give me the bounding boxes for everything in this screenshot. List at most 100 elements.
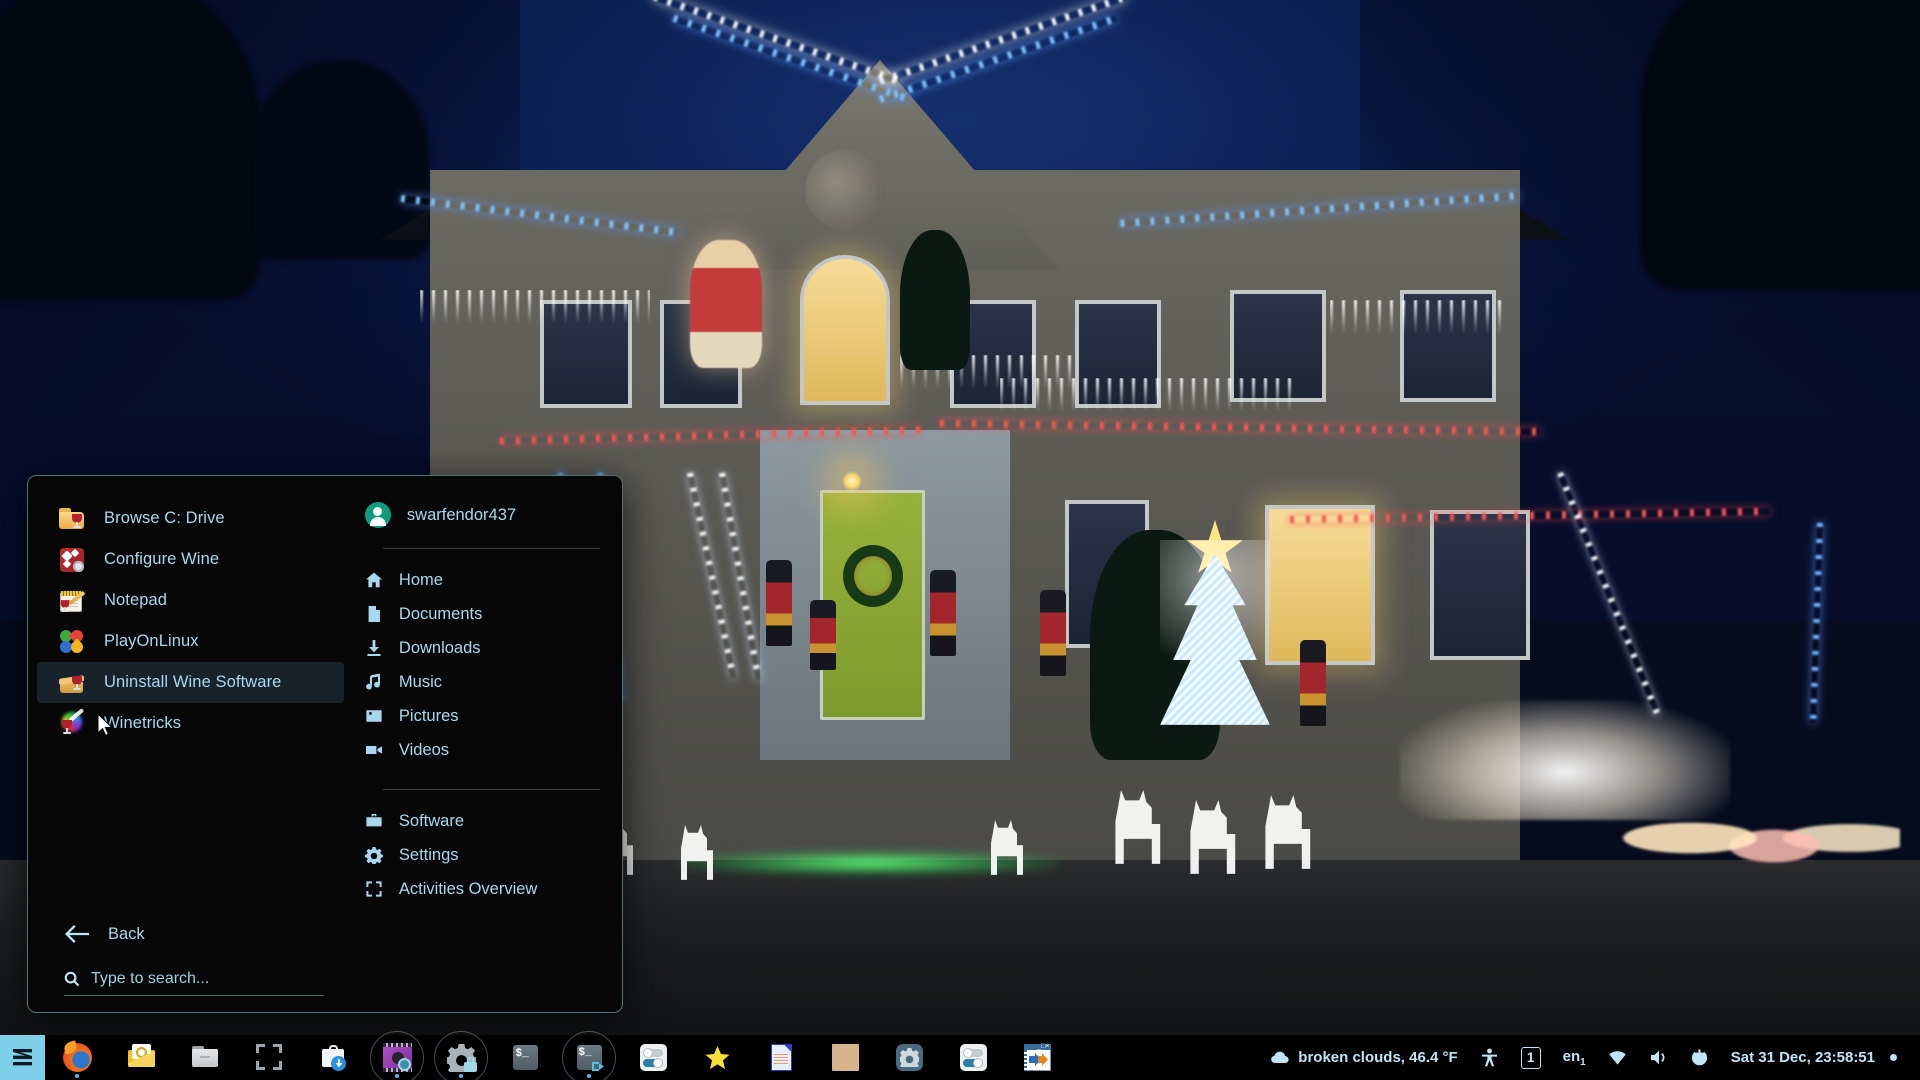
cloud-icon [1271,1048,1290,1067]
video-camera-icon [365,741,383,759]
workspace-indicator[interactable]: 1 [1510,1035,1552,1080]
keyboard-layout-label: en1 [1563,1048,1586,1068]
lit-christmas-tree [1160,540,1270,725]
search-field[interactable]: Type to search... [64,970,324,996]
taskbar-item-text-editor[interactable] [749,1035,813,1080]
icicle-lights [1330,300,1510,334]
taskbar[interactable]: $_ $_ [0,1035,1920,1080]
taskbar-item-terminal-login[interactable]: $_ [557,1035,621,1080]
search-placeholder: Type to search... [91,970,209,988]
power-icon [1690,1048,1709,1067]
accessibility-indicator[interactable] [1469,1035,1510,1080]
taskbar-item-firefox[interactable] [45,1035,109,1080]
power-indicator[interactable] [1679,1035,1720,1080]
place-item-documents[interactable]: Documents [353,597,612,631]
app-item-winetricks[interactable]: Winetricks [37,703,344,744]
place-label: Pictures [399,707,459,726]
document-icon [767,1043,796,1072]
running-indicator [587,1074,591,1078]
zorin-logo-icon [9,1044,36,1071]
clock-text: Sat 31 Dec, 23:58:51 [1731,1049,1875,1066]
start-menu-button[interactable] [0,1035,45,1080]
user-name: swarfendor437 [407,506,516,525]
back-button[interactable]: Back [64,924,145,944]
user-avatar-icon [365,502,391,528]
wine-window-icon: _□× [1023,1043,1052,1072]
firefox-icon [63,1043,92,1072]
taskbar-item-mail[interactable] [109,1035,173,1080]
taskbar-item-preferences[interactable] [941,1035,1005,1080]
tree-silhouette [1640,0,1920,290]
workspace-number: 1 [1527,1050,1535,1065]
door-wreath [843,545,903,607]
app-item-label: Winetricks [104,714,181,733]
keyboard-layout-indicator[interactable]: en1 [1552,1035,1597,1080]
playonlinux-icon [59,629,85,655]
place-item-music[interactable]: Music [353,665,612,699]
taskbar-item-archive[interactable] [813,1035,877,1080]
accessibility-icon [1480,1048,1499,1067]
back-label: Back [108,925,145,944]
app-item-notepad[interactable]: Notepad [37,580,344,621]
system-label: Software [399,812,464,831]
taskbar-item-settings-lock[interactable] [429,1035,493,1080]
winetricks-icon [59,711,85,737]
clock-indicator[interactable]: Sat 31 Dec, 23:58:51 [1720,1035,1908,1080]
app-item-uninstall-wine-software[interactable]: Uninstall Wine Software [37,662,344,703]
document-icon [365,605,383,623]
media-player-icon [383,1043,412,1072]
taskbar-item-activities[interactable] [237,1035,301,1080]
workspace-box: 1 [1521,1047,1541,1069]
place-item-downloads[interactable]: Downloads [353,631,612,665]
taskbar-item-system-settings[interactable] [877,1035,941,1080]
system-item-activities-overview[interactable]: Activities Overview [353,872,612,906]
window-lit [800,255,890,405]
app-item-label: Uninstall Wine Software [104,673,281,692]
weather-indicator[interactable]: broken clouds, 46.4 °F [1260,1035,1468,1080]
taskbar-item-wine[interactable]: _□× [1005,1035,1069,1080]
terminal-icon: $_ [511,1043,540,1072]
weather-text: broken clouds, 46.4 °F [1298,1049,1457,1066]
volume-indicator[interactable] [1638,1035,1679,1080]
system-item-settings[interactable]: Settings [353,838,612,872]
gear-icon [365,846,383,864]
terminal-login-icon: $_ [575,1043,604,1072]
app-item-label: Browse C: Drive [104,509,225,528]
nutcracker [766,560,792,646]
system-item-software[interactable]: Software [353,804,612,838]
taskbar-item-terminal[interactable]: $_ [493,1035,557,1080]
taskbar-item-tweaks[interactable] [621,1035,685,1080]
place-item-videos[interactable]: Videos [353,733,612,767]
user-account-item[interactable]: swarfendor437 [353,498,622,532]
presents-decoration [1620,790,1900,870]
speaker-icon [1649,1048,1668,1067]
taskbar-item-files[interactable] [173,1035,237,1080]
app-item-configure-wine[interactable]: Configure Wine [37,539,344,580]
wifi-icon [1608,1048,1627,1067]
app-list-column: Browse C: Drive Configure Wine [28,476,353,1012]
mail-icon [127,1043,156,1072]
network-indicator[interactable] [1597,1035,1638,1080]
app-item-playonlinux[interactable]: PlayOnLinux [37,621,344,662]
taskbar-item-software[interactable] [301,1035,365,1080]
divider [383,548,600,549]
taskbar-item-media-player[interactable] [365,1035,429,1080]
app-item-label: Configure Wine [104,550,219,569]
app-item-browse-c-drive[interactable]: Browse C: Drive [37,498,344,539]
application-menu[interactable]: Browse C: Drive Configure Wine [27,475,623,1013]
taskbar-item-favorites[interactable] [685,1035,749,1080]
recording-dot-icon [1890,1054,1897,1061]
window [1430,510,1530,660]
file-manager-icon [191,1043,220,1072]
place-item-pictures[interactable]: Pictures [353,699,612,733]
app-item-label: Notepad [104,591,167,610]
briefcase-icon [365,812,383,830]
nutcracker [930,570,956,656]
place-label: Documents [399,605,482,624]
place-label: Videos [399,741,449,760]
place-label: Downloads [399,639,481,658]
system-label: Settings [399,846,459,865]
folder-wine-icon [59,506,85,532]
toggle-switch-icon [959,1043,988,1072]
place-item-home[interactable]: Home [353,563,612,597]
